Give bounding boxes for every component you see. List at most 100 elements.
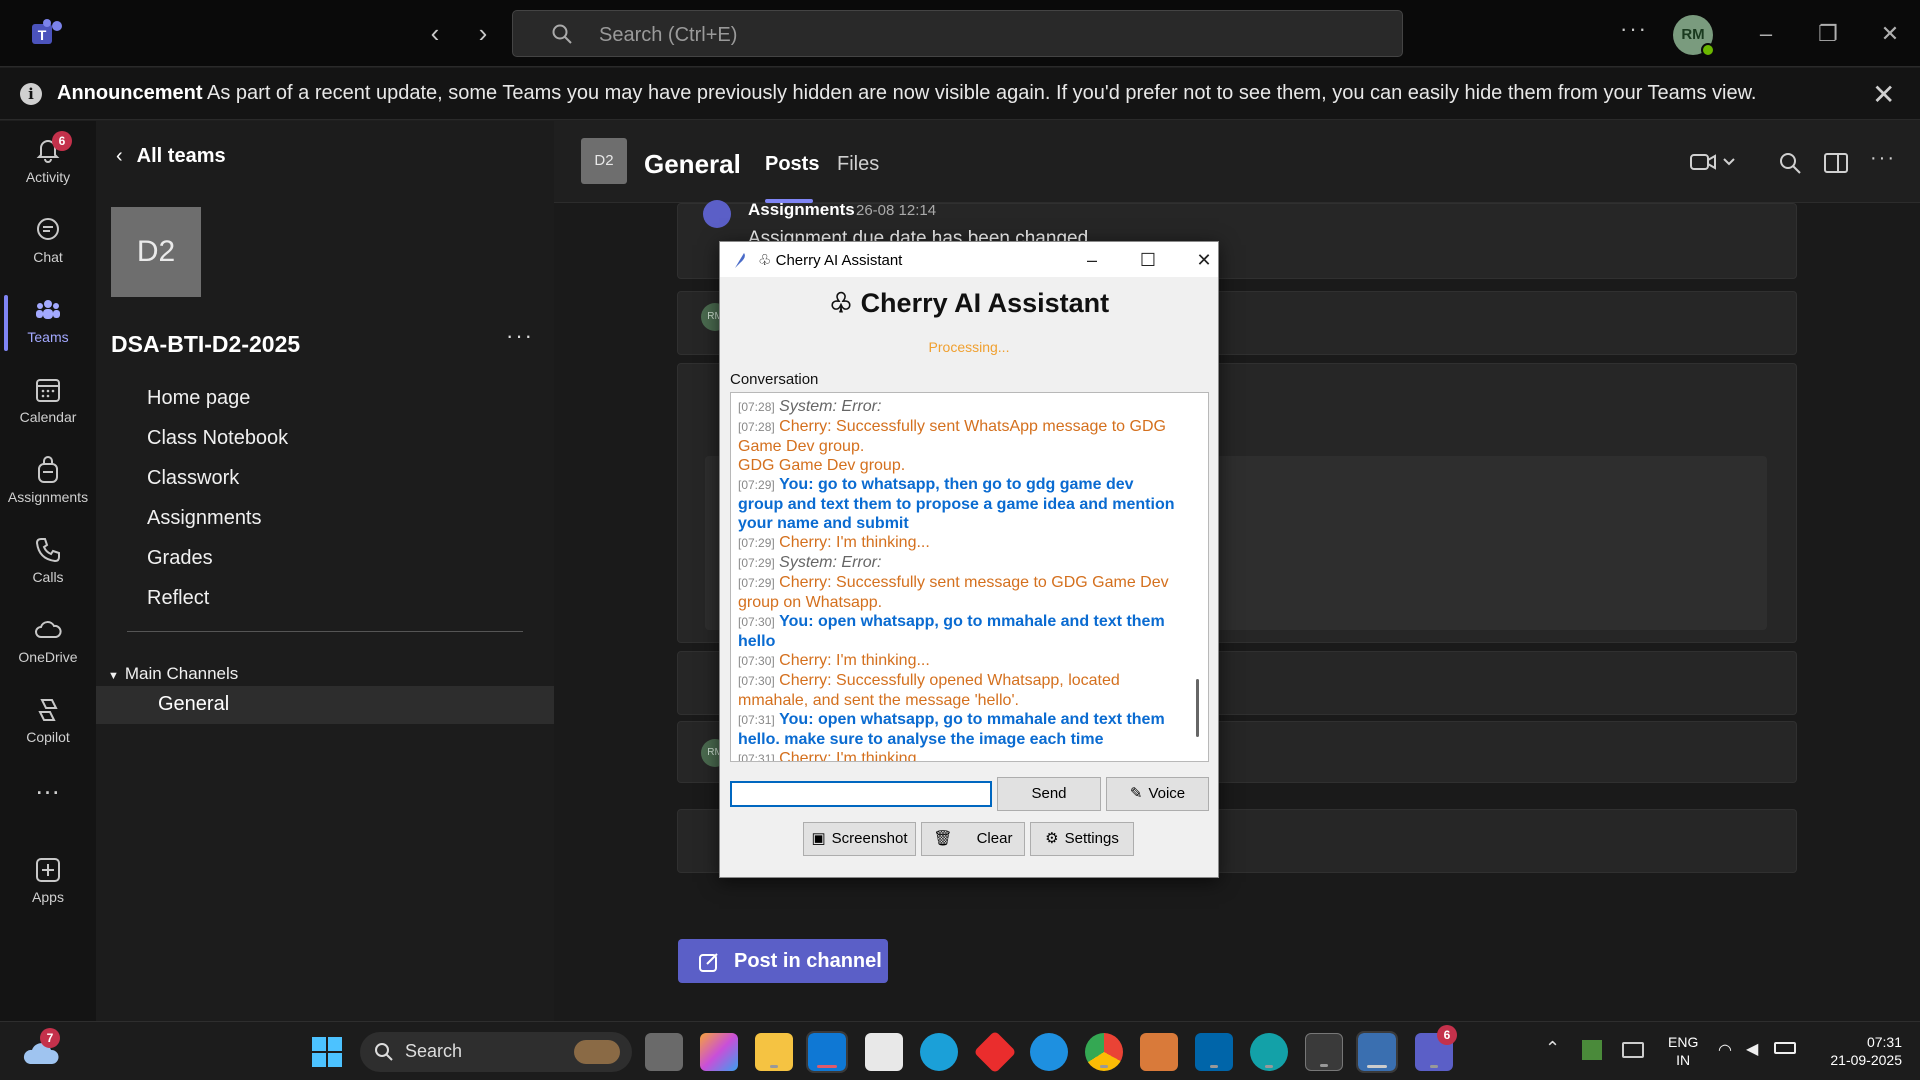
message-text: You: go to whatsapp, then go to gdg game… bbox=[738, 476, 1175, 532]
screenshot-button[interactable]: ▣ Screenshot bbox=[803, 822, 916, 856]
team-link-classwork[interactable]: Classwork bbox=[147, 467, 239, 490]
apps-plus-icon bbox=[36, 858, 60, 882]
search-box[interactable]: Search (Ctrl+E) bbox=[512, 10, 1403, 57]
outlook-icon[interactable] bbox=[806, 1031, 848, 1073]
team-link-class-notebook[interactable]: Class Notebook bbox=[147, 427, 288, 450]
presence-available-icon bbox=[1701, 43, 1715, 57]
appbar-label: Copilot bbox=[26, 729, 70, 745]
appbar-label: Chat bbox=[33, 249, 63, 265]
team-link-home-page[interactable]: Home page bbox=[147, 387, 250, 410]
message-timestamp: [07:30] bbox=[738, 615, 775, 629]
scrollbar[interactable] bbox=[1194, 399, 1202, 755]
message-text: Cherry: I'm thinking... bbox=[779, 534, 930, 551]
settings-button[interactable]: ⚙ Settings bbox=[1030, 822, 1134, 856]
cherry-logo-icon: ♧ bbox=[828, 288, 861, 318]
windows-start-icon[interactable] bbox=[311, 1036, 343, 1068]
message-text: GDG Game Dev group. bbox=[738, 457, 906, 474]
message-timestamp: [07:28] bbox=[738, 420, 775, 434]
video-call-icon[interactable] bbox=[1690, 151, 1740, 173]
maximize-icon[interactable]: ☐ bbox=[1126, 246, 1170, 274]
close-announcement-icon[interactable]: ✕ bbox=[1872, 78, 1895, 111]
browser-app-icon[interactable] bbox=[1250, 1033, 1288, 1071]
taskbar-search-label: Search bbox=[405, 1041, 463, 1061]
all-teams-back[interactable]: ‹ All teams bbox=[116, 145, 226, 168]
microsoft-store-icon[interactable] bbox=[865, 1033, 903, 1071]
search-placeholder: Search (Ctrl+E) bbox=[599, 24, 738, 46]
channel-item-general[interactable]: General bbox=[96, 686, 554, 724]
teams-logo-icon[interactable]: T bbox=[30, 18, 64, 48]
channel-header: D2 General Posts Files ··· bbox=[554, 121, 1920, 203]
send-button[interactable]: Send bbox=[997, 777, 1101, 811]
conversation-line: [07:29] Cherry: I'm thinking... bbox=[738, 533, 1183, 553]
tray-chevron-up-icon[interactable]: ⌃ bbox=[1545, 1038, 1560, 1059]
main-channels-header[interactable]: ▼ Main Channels bbox=[108, 664, 238, 684]
search-icon[interactable] bbox=[1778, 151, 1802, 175]
taskbar-search[interactable]: Search bbox=[360, 1032, 632, 1072]
appbar-onedrive[interactable]: OneDrive bbox=[0, 605, 96, 681]
red-app-icon[interactable] bbox=[973, 1030, 1017, 1074]
language-indicator[interactable]: ENG IN bbox=[1668, 1033, 1698, 1069]
feather-icon bbox=[735, 253, 745, 268]
team-link-grades[interactable]: Grades bbox=[147, 547, 213, 570]
tab-posts[interactable]: Posts bbox=[765, 153, 819, 176]
scrollbar-thumb[interactable] bbox=[1196, 679, 1199, 737]
side-panel-icon[interactable] bbox=[1824, 152, 1848, 174]
volume-icon[interactable]: ◀ bbox=[1746, 1039, 1758, 1059]
appbar-calls[interactable]: Calls bbox=[0, 525, 96, 601]
task-view-icon[interactable] bbox=[645, 1033, 683, 1071]
message-text: System: Error: bbox=[779, 398, 882, 415]
cherry-title-bar[interactable]: ♧ Cherry AI Assistant – ☐ ✕ bbox=[720, 242, 1218, 277]
team-more-options-icon[interactable]: ··· bbox=[506, 323, 534, 349]
battery-icon[interactable] bbox=[1774, 1042, 1796, 1054]
appbar-apps[interactable]: Apps bbox=[0, 845, 96, 921]
avatar-app-icon[interactable] bbox=[1140, 1033, 1178, 1071]
minimize-icon[interactable]: – bbox=[1746, 16, 1786, 52]
minimize-icon[interactable]: – bbox=[1070, 246, 1114, 274]
close-icon[interactable]: ✕ bbox=[1870, 16, 1910, 52]
screenshot-label: Screenshot bbox=[831, 830, 908, 847]
restore-icon[interactable]: ❐ bbox=[1808, 16, 1848, 52]
keyboard-icon[interactable] bbox=[1622, 1042, 1644, 1058]
edge-icon[interactable] bbox=[920, 1033, 958, 1071]
team-link-reflect[interactable]: Reflect bbox=[147, 587, 209, 610]
more-options-icon[interactable]: ··· bbox=[1620, 16, 1648, 42]
team-link-assignments[interactable]: Assignments bbox=[147, 507, 262, 530]
message-input[interactable] bbox=[730, 781, 992, 807]
appbar-chat[interactable]: Chat bbox=[0, 205, 96, 281]
conversation-log[interactable]: [07:28] System: Error: [07:28] Cherry: Su… bbox=[730, 392, 1209, 762]
appbar-calendar[interactable]: Calendar bbox=[0, 365, 96, 441]
message-text: Cherry: I'm thinking... bbox=[779, 750, 930, 762]
chrome-icon[interactable] bbox=[1085, 1033, 1123, 1071]
divider bbox=[127, 631, 523, 632]
teams-taskbar-icon[interactable]: 6 bbox=[1415, 1025, 1457, 1071]
appbar-assignments[interactable]: Assignments bbox=[0, 445, 96, 521]
copilot-app-icon[interactable] bbox=[700, 1033, 738, 1071]
clock[interactable]: 07:31 21-09-2025 bbox=[1812, 1033, 1902, 1069]
appbar-more[interactable]: ... bbox=[0, 772, 96, 815]
tab-files[interactable]: Files bbox=[837, 153, 879, 176]
vscode-icon[interactable] bbox=[1195, 1033, 1233, 1071]
clear-button[interactable]: 🗑 Clear bbox=[921, 822, 1025, 856]
terminal-icon[interactable] bbox=[1305, 1033, 1343, 1071]
gear-icon: ⚙ bbox=[1045, 830, 1059, 848]
python-app-icon[interactable] bbox=[1356, 1031, 1398, 1073]
appbar-teams[interactable]: Teams bbox=[0, 285, 96, 361]
calendar-icon bbox=[36, 379, 60, 402]
forward-arrow-icon[interactable]: › bbox=[468, 18, 498, 48]
conversation-line: [07:28] System: Error: bbox=[738, 397, 1183, 417]
wifi-icon[interactable]: ◠ bbox=[1718, 1040, 1732, 1060]
post-in-channel-button[interactable]: Post in channel bbox=[678, 939, 888, 983]
weather-widget[interactable]: 7 bbox=[22, 1028, 62, 1070]
back-arrow-icon[interactable]: ‹ bbox=[420, 18, 450, 48]
channel-more-icon[interactable]: ··· bbox=[1870, 147, 1896, 170]
appbar-activity[interactable]: 6 Activity bbox=[0, 125, 96, 201]
avatar[interactable]: RM bbox=[1673, 15, 1715, 57]
tray-app-icon[interactable] bbox=[1582, 1040, 1602, 1060]
voice-button[interactable]: ✎ Voice bbox=[1106, 777, 1209, 811]
appbar-copilot[interactable]: Copilot bbox=[0, 685, 96, 761]
python-idle-icon[interactable] bbox=[1030, 1033, 1068, 1071]
close-icon[interactable]: ✕ bbox=[1182, 246, 1226, 274]
microphone-icon: ✎ bbox=[1129, 785, 1143, 803]
file-explorer-icon[interactable] bbox=[755, 1033, 793, 1071]
message-timestamp: [07:31] bbox=[738, 752, 775, 762]
